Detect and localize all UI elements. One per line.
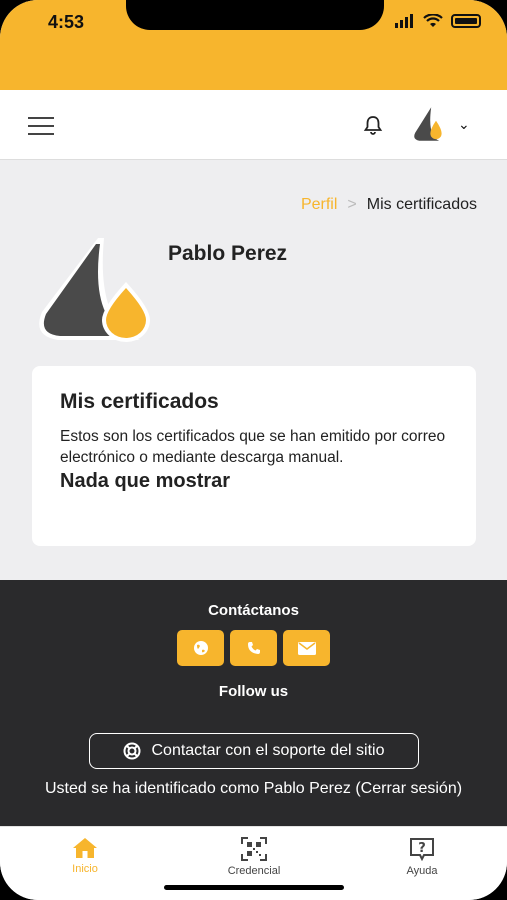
help-icon: ?	[410, 838, 434, 861]
follow-us: Follow us	[218, 683, 289, 700]
breadcrumb-current: Mis certificados	[366, 196, 477, 213]
nav-label: Inicio	[72, 863, 98, 875]
phone-icon	[247, 642, 260, 654]
footer: Contáctanos Follow us Contactar con el s…	[0, 580, 507, 826]
status-icons	[395, 14, 481, 28]
user-name: Pablo Perez	[168, 242, 288, 265]
status-bar: 4:53	[0, 0, 507, 90]
nav-inicio[interactable]: Inicio	[35, 837, 135, 875]
user-avatar-logo[interactable]	[408, 104, 448, 144]
status-time: 4:53	[48, 12, 85, 32]
email-button[interactable]	[283, 630, 330, 666]
website-button[interactable]	[177, 630, 224, 666]
nav-label: Credencial	[227, 865, 281, 877]
chevron-down-icon[interactable]: ⌄	[458, 116, 470, 133]
support-button[interactable]: Contactar con el soporte del sitio	[89, 733, 419, 769]
nav-credencial[interactable]: Credencial	[204, 837, 304, 877]
nav-label: Ayuda	[406, 865, 438, 877]
profile-avatar	[39, 238, 150, 342]
envelope-icon	[297, 641, 316, 655]
breadcrumb: Perfil > Mis certificados	[301, 196, 477, 214]
phone-button[interactable]	[230, 630, 277, 666]
contact-buttons	[0, 630, 507, 666]
svg-text:?: ?	[418, 841, 426, 856]
breadcrumb-separator: >	[347, 196, 357, 213]
bell-icon[interactable]	[362, 114, 384, 136]
logged-in-text: Usted se ha identificado como Pablo Pere…	[44, 780, 463, 797]
menu-icon[interactable]	[28, 117, 54, 135]
home-icon	[73, 838, 97, 858]
card-description: Estos son los certificados que se han em…	[60, 428, 446, 466]
support-label: Contactar con el soporte del sitio	[151, 742, 385, 759]
signal-icon	[395, 14, 413, 28]
lifebuoy-icon	[123, 742, 141, 760]
empty-message: Nada que mostrar	[60, 470, 231, 492]
wifi-icon	[423, 14, 443, 27]
notch	[126, 0, 384, 30]
battery-icon	[451, 14, 481, 28]
home-indicator[interactable]	[164, 885, 344, 890]
qr-code-icon	[241, 837, 267, 861]
card-title: Mis certificados	[60, 390, 219, 413]
nav-ayuda[interactable]: ? Ayuda	[372, 837, 472, 877]
globe-icon	[193, 641, 208, 655]
top-header: ⌄	[0, 90, 507, 160]
phone-screen: 4:53 ⌄ Perfil > Mis certificados Pablo P…	[0, 0, 507, 900]
breadcrumb-perfil[interactable]: Perfil	[301, 196, 337, 214]
certificates-card: Mis certificados Estos son los certifica…	[32, 366, 476, 546]
contact-title: Contáctanos	[208, 602, 299, 619]
